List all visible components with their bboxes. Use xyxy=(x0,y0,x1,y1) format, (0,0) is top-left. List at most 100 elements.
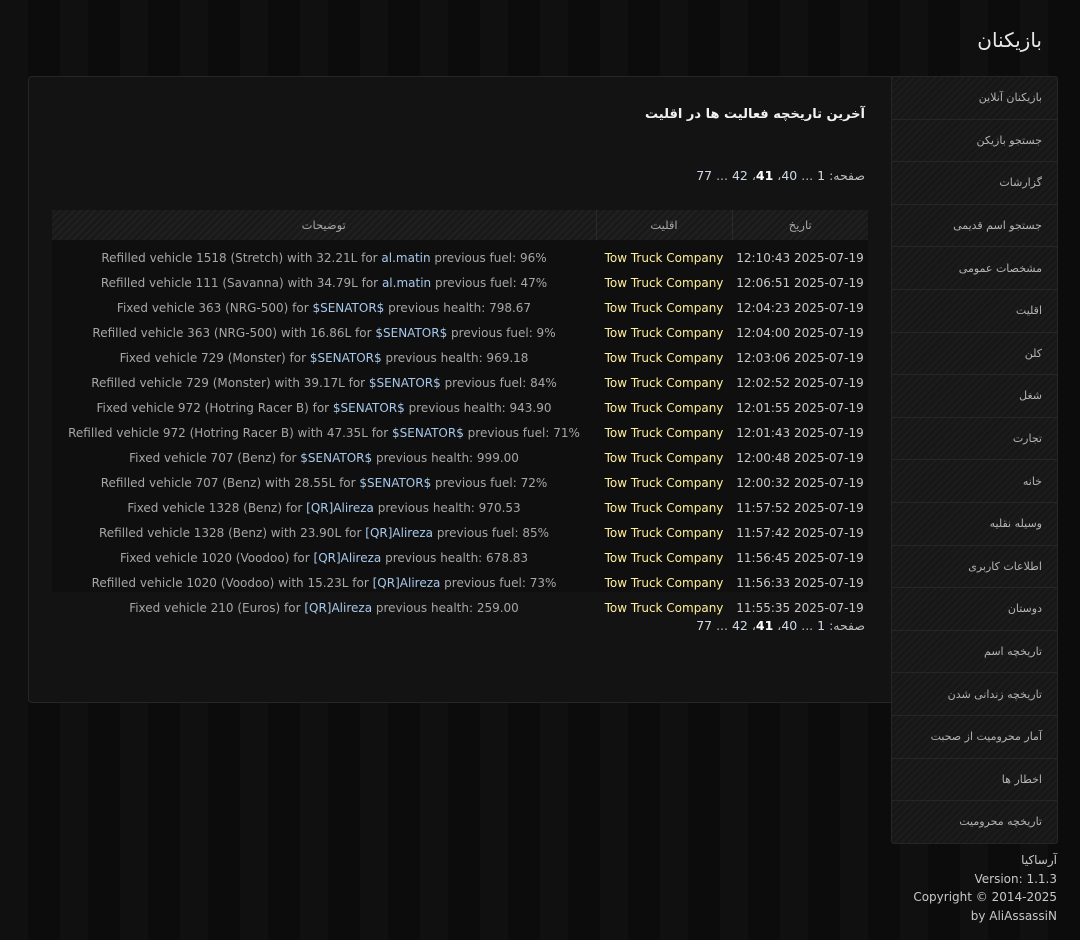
header-faction: اقلیت xyxy=(595,210,732,240)
pagination-page-link[interactable]: 77 xyxy=(696,168,712,183)
sidebar-item[interactable]: تاریخچه محرومیت xyxy=(892,801,1057,843)
activity-table-wrap: تاریخ اقلیت توضیحات 2025-07-19 12:10:43 T… xyxy=(52,210,868,615)
sidebar-item[interactable]: جستجو اسم قدیمی xyxy=(892,204,1057,248)
pagination-page-link[interactable]: 1 xyxy=(817,618,825,633)
description-text: Refilled vehicle 729 (Monster) with 39.1… xyxy=(91,375,369,390)
row-description: Refilled vehicle 1020 (Voodoo) with 15.2… xyxy=(52,570,596,595)
row-date: 2025-07-19 11:56:45 xyxy=(736,550,864,565)
table-row: 2025-07-19 11:57:42 Tow Truck Company Refi… xyxy=(52,520,868,545)
player-link[interactable]: $SENATOR$ xyxy=(312,301,384,315)
row-date: 2025-07-19 12:06:51 xyxy=(736,275,864,290)
row-date: 2025-07-19 12:00:48 xyxy=(736,450,864,465)
row-description: Refilled vehicle 1518 (Stretch) with 32.… xyxy=(52,240,596,270)
description-text: Fixed vehicle 729 (Monster) for xyxy=(119,350,310,365)
row-description: Refilled vehicle 972 (Hotring Racer B) w… xyxy=(52,420,596,445)
table-row: 2025-07-19 12:10:43 Tow Truck Company Refi… xyxy=(52,240,868,270)
player-link[interactable]: al.matin xyxy=(381,251,430,265)
table-row: 2025-07-19 11:57:52 Tow Truck Company Fixe… xyxy=(52,495,868,520)
table-row: 2025-07-19 12:06:51 Tow Truck Company Refi… xyxy=(52,270,868,295)
sidebar-item[interactable]: گزارشات xyxy=(892,162,1057,205)
row-date: 2025-07-19 11:56:33 xyxy=(736,575,864,590)
player-link[interactable]: [QR]Alireza xyxy=(306,501,374,515)
sidebar-item[interactable]: وسیله نقلیه xyxy=(892,502,1057,546)
table-row: 2025-07-19 12:04:23 Tow Truck Company Fixe… xyxy=(52,295,868,320)
row-description: Refilled vehicle 1328 (Benz) with 23.90L… xyxy=(52,520,596,545)
pagination-page-link[interactable]: 42 xyxy=(732,168,748,183)
footer-copyright: Copyright © 2014-2025 xyxy=(913,890,1057,904)
pagination-bottom: صفحه:1 ... 40، 41، 42 ... 77 xyxy=(696,618,865,633)
player-link[interactable]: $SENATOR$ xyxy=(310,351,382,365)
row-date: 2025-07-19 12:03:06 xyxy=(736,350,864,365)
sidebar-item[interactable]: شغل xyxy=(892,375,1057,418)
description-suffix: previous health: 259.00 xyxy=(372,600,519,615)
sidebar-item[interactable]: اخطار ها xyxy=(892,758,1057,802)
player-link[interactable]: [QR]Alireza xyxy=(304,601,372,615)
pagination-page-link[interactable]: 77 xyxy=(696,618,712,633)
sidebar-item[interactable]: کلن xyxy=(892,332,1057,376)
player-link[interactable]: [QR]Alireza xyxy=(365,526,433,540)
row-date: 2025-07-19 12:00:32 xyxy=(736,475,864,490)
pagination-page-link[interactable]: 40 xyxy=(781,168,797,183)
sidebar-item[interactable]: آمار محرومیت از صحبت xyxy=(892,715,1057,759)
pagination-ellipsis: ... xyxy=(716,168,728,183)
sidebar-item[interactable]: جستجو بازیکن xyxy=(892,119,1057,163)
pagination-page-link[interactable]: 42 xyxy=(732,618,748,633)
row-faction: Tow Truck Company xyxy=(604,375,724,390)
row-description: Refilled vehicle 729 (Monster) with 39.1… xyxy=(52,370,596,395)
sidebar-item[interactable]: خانه xyxy=(892,460,1057,503)
description-suffix: previous health: 798.67 xyxy=(384,300,532,315)
table-row: 2025-07-19 12:03:06 Tow Truck Company Fixe… xyxy=(52,345,868,370)
row-faction: Tow Truck Company xyxy=(604,250,724,265)
player-link[interactable]: $SENATOR$ xyxy=(369,376,441,390)
row-description: Fixed vehicle 707 (Benz) for $SENATOR$ p… xyxy=(52,445,596,470)
sidebar-item[interactable]: مشخصات عمومی xyxy=(892,247,1057,290)
sidebar-item[interactable]: دوستان xyxy=(892,588,1057,631)
player-link[interactable]: [QR]Alireza xyxy=(373,576,441,590)
header-description: توضیحات xyxy=(52,210,596,240)
description-text: Refilled vehicle 707 (Benz) with 28.55L … xyxy=(100,475,360,490)
sidebar-item[interactable]: تاریخچه اسم xyxy=(892,630,1057,674)
row-faction: Tow Truck Company xyxy=(604,400,724,415)
description-suffix: previous fuel: 47% xyxy=(431,275,548,290)
row-date: 2025-07-19 12:04:00 xyxy=(736,325,864,340)
pagination-page-link[interactable]: 1 xyxy=(817,168,825,183)
table-row: 2025-07-19 12:01:43 Tow Truck Company Refi… xyxy=(52,420,868,445)
row-date: 2025-07-19 11:55:35 xyxy=(736,600,864,615)
pagination-ellipsis: ... xyxy=(716,618,728,633)
description-suffix: previous fuel: 85% xyxy=(433,525,550,540)
sidebar-item[interactable]: بازیکنان آنلاین xyxy=(892,77,1057,120)
player-link[interactable]: $SENATOR$ xyxy=(392,426,464,440)
row-description: Fixed vehicle 1020 (Voodoo) for [QR]Alir… xyxy=(52,545,596,570)
sidebar-item[interactable]: تجارت xyxy=(892,417,1057,461)
table-row: 2025-07-19 11:55:35 Tow Truck Company Fixe… xyxy=(52,595,868,620)
player-link[interactable]: $SENATOR$ xyxy=(359,476,431,490)
sidebar-item[interactable]: تاریخچه زندانی شدن xyxy=(892,673,1057,716)
player-link[interactable]: [QR]Alireza xyxy=(314,551,382,565)
description-suffix: previous health: 970.53 xyxy=(373,500,521,515)
row-faction: Tow Truck Company xyxy=(604,575,724,590)
description-suffix: previous fuel: 71% xyxy=(463,425,580,440)
row-faction: Tow Truck Company xyxy=(604,525,724,540)
player-link[interactable]: al.matin xyxy=(382,276,431,290)
sidebar-item[interactable]: اطلاعات کاربری xyxy=(892,545,1057,589)
row-description: Fixed vehicle 729 (Monster) for $SENATOR… xyxy=(52,345,596,370)
player-link[interactable]: $SENATOR$ xyxy=(300,451,372,465)
player-link[interactable]: $SENATOR$ xyxy=(333,401,405,415)
pagination-ellipsis: ... xyxy=(801,168,814,183)
row-date: 2025-07-19 12:02:52 xyxy=(736,375,864,390)
player-link[interactable]: $SENATOR$ xyxy=(375,326,447,340)
pagination-current-page: 41 xyxy=(755,618,774,633)
row-date: 2025-07-19 12:04:23 xyxy=(736,300,864,315)
table-row: 2025-07-19 11:56:45 Tow Truck Company Fixe… xyxy=(52,545,868,570)
description-text: Fixed vehicle 707 (Benz) for xyxy=(129,450,301,465)
description-suffix: previous fuel: 84% xyxy=(440,375,557,390)
row-date: 2025-07-19 12:10:43 xyxy=(736,250,864,265)
pagination-page-link[interactable]: 40 xyxy=(781,618,797,633)
description-suffix: previous health: 943.90 xyxy=(404,400,552,415)
description-text: Fixed vehicle 972 (Hotring Racer B) for xyxy=(96,400,333,415)
pagination-current-page: 41 xyxy=(755,168,774,183)
sidebar-item[interactable]: اقلیت xyxy=(892,289,1057,333)
description-text: Refilled vehicle 1328 (Benz) with 23.90L… xyxy=(98,525,366,540)
table-header-row: تاریخ اقلیت توضیحات xyxy=(52,210,868,240)
row-faction: Tow Truck Company xyxy=(604,325,724,340)
